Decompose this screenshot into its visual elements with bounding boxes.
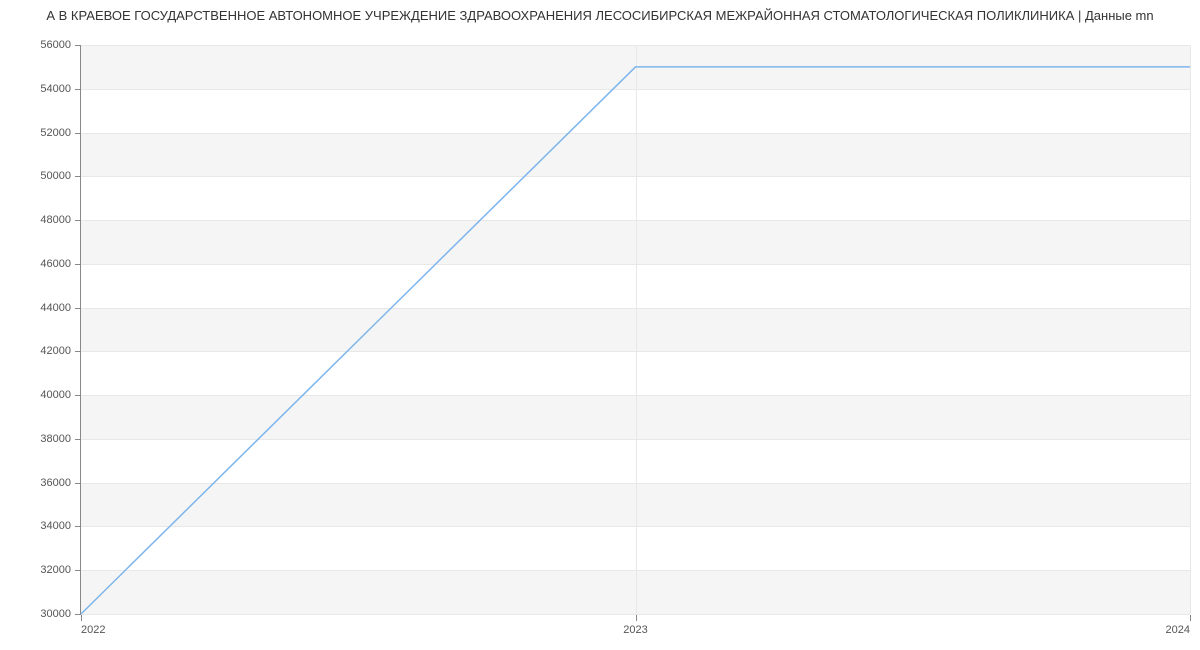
y-axis-label: 46000: [40, 258, 71, 270]
y-tick: [75, 351, 81, 352]
line-chart-svg: [81, 45, 1190, 614]
y-axis-label: 42000: [40, 345, 71, 357]
y-axis-label: 48000: [40, 214, 71, 226]
y-tick: [75, 45, 81, 46]
x-tick: [636, 615, 637, 621]
y-tick: [75, 264, 81, 265]
y-axis-label: 38000: [40, 433, 71, 445]
y-axis-label: 44000: [40, 302, 71, 314]
y-axis-label: 50000: [40, 170, 71, 182]
y-axis-label: 52000: [40, 127, 71, 139]
y-tick: [75, 133, 81, 134]
y-axis-label: 30000: [40, 608, 71, 620]
y-axis-label: 32000: [40, 564, 71, 576]
y-tick: [75, 483, 81, 484]
y-tick: [75, 308, 81, 309]
x-tick: [1190, 615, 1191, 621]
y-axis-label: 36000: [40, 477, 71, 489]
y-tick: [75, 89, 81, 90]
chart-title: А В КРАЕВОЕ ГОСУДАРСТВЕННОЕ АВТОНОМНОЕ У…: [0, 8, 1200, 23]
y-tick: [75, 220, 81, 221]
y-axis-label: 34000: [40, 520, 71, 532]
y-tick: [75, 395, 81, 396]
plot-area: 3000032000340003600038000400004200044000…: [80, 45, 1190, 615]
x-axis-label: 2022: [81, 624, 105, 636]
y-axis-label: 56000: [40, 39, 71, 51]
x-axis-label: 2024: [1166, 624, 1190, 636]
x-axis-label: 2023: [623, 624, 647, 636]
x-gridline: [1190, 45, 1191, 614]
y-tick: [75, 570, 81, 571]
x-tick: [81, 615, 82, 621]
chart-container: 30000 32000 34000 36000 38000 40000 42000 44000…: [0, 35, 1200, 650]
y-tick: [75, 439, 81, 440]
y-tick: [75, 526, 81, 527]
y-axis-label: 40000: [40, 389, 71, 401]
y-tick: [75, 176, 81, 177]
y-axis-label: 54000: [40, 83, 71, 95]
data-series-line: [81, 67, 1190, 614]
